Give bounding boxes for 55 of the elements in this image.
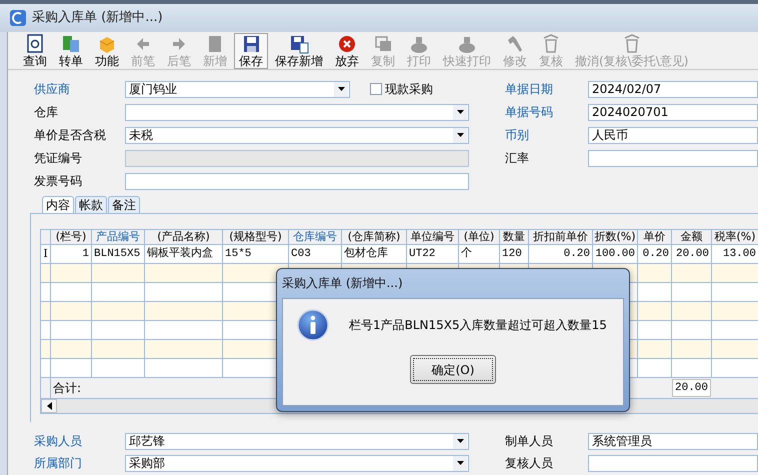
field-label: 发票号码 bbox=[34, 173, 83, 190]
input-field[interactable] bbox=[588, 454, 758, 472]
toolbar-button[interactable]: 保存 bbox=[234, 33, 268, 69]
discard-icon bbox=[337, 34, 357, 54]
toolbar-button[interactable]: 保存新增 bbox=[270, 33, 328, 69]
field-label[interactable]: 币别 bbox=[505, 126, 588, 144]
toolbar-button[interactable]: 功能 bbox=[90, 33, 124, 69]
toolbar-button[interactable]: 查询 bbox=[18, 33, 52, 69]
dropdown-field[interactable]: 采购部 bbox=[125, 454, 469, 472]
field-label: 汇率 bbox=[505, 150, 530, 167]
dropdown-field[interactable]: 厦门钨业 bbox=[125, 80, 350, 98]
print-icon bbox=[457, 34, 477, 54]
field-label[interactable]: 单据日期 bbox=[505, 80, 588, 98]
dropdown-field[interactable] bbox=[125, 104, 469, 120]
scroll-left-icon[interactable] bbox=[41, 399, 57, 413]
save-new-icon bbox=[289, 34, 309, 54]
input-field[interactable]: 人民币 bbox=[588, 126, 758, 144]
field-label[interactable]: 供应商 bbox=[34, 80, 125, 98]
checkbox-label: 现款采购 bbox=[385, 81, 433, 98]
input-field[interactable] bbox=[588, 150, 758, 166]
tab[interactable]: 帐款 bbox=[75, 196, 107, 213]
print-icon bbox=[409, 34, 429, 54]
input-field[interactable]: 系统管理员 bbox=[588, 432, 758, 450]
toolbar-button[interactable]: 放弃 bbox=[330, 33, 364, 69]
input-field[interactable] bbox=[125, 172, 469, 190]
field-label: 单价是否含税 bbox=[34, 127, 107, 144]
dropdown-field[interactable]: 邱艺锋 bbox=[125, 432, 469, 450]
dialog-message: 栏号1产品BLN15X5入库数量超过可超入数量15 bbox=[349, 317, 607, 334]
field-label[interactable]: 单据号码 bbox=[505, 103, 588, 121]
field-label: 仓库 bbox=[34, 104, 59, 121]
edit-icon bbox=[505, 34, 525, 54]
dropdown-field[interactable]: 未税 bbox=[125, 126, 469, 144]
app-logo-icon bbox=[10, 10, 26, 26]
info-icon bbox=[297, 309, 329, 341]
save-icon bbox=[241, 34, 261, 54]
total-amount: 20.00 bbox=[672, 378, 712, 398]
field-label: 凭证编号 bbox=[34, 150, 83, 167]
field-label: 制单人员 bbox=[505, 433, 554, 450]
checkbox[interactable] bbox=[370, 83, 382, 95]
ok-button[interactable]: 确定(O) bbox=[410, 355, 496, 384]
field-label: 复核人员 bbox=[505, 455, 554, 472]
copy-icon bbox=[373, 34, 393, 54]
window-title: 采购入库单 (新增中...) bbox=[32, 9, 163, 28]
total-label: 合计: bbox=[52, 380, 82, 397]
transfer-icon bbox=[61, 34, 81, 54]
input-field[interactable]: 2024/02/07 bbox=[588, 80, 758, 98]
toolbar-button[interactable]: 转单 bbox=[54, 33, 88, 69]
field-label[interactable]: 所属部门 bbox=[34, 454, 125, 472]
input-field[interactable]: 2024020701 bbox=[588, 104, 758, 120]
tab[interactable]: 内容 bbox=[42, 196, 74, 213]
field-label[interactable]: 采购人员 bbox=[34, 432, 125, 450]
box-icon bbox=[97, 34, 117, 54]
dialog-title: 采购入库单 (新增中...) bbox=[282, 275, 404, 292]
query-icon bbox=[25, 34, 45, 54]
tab[interactable]: 备注 bbox=[108, 196, 140, 213]
